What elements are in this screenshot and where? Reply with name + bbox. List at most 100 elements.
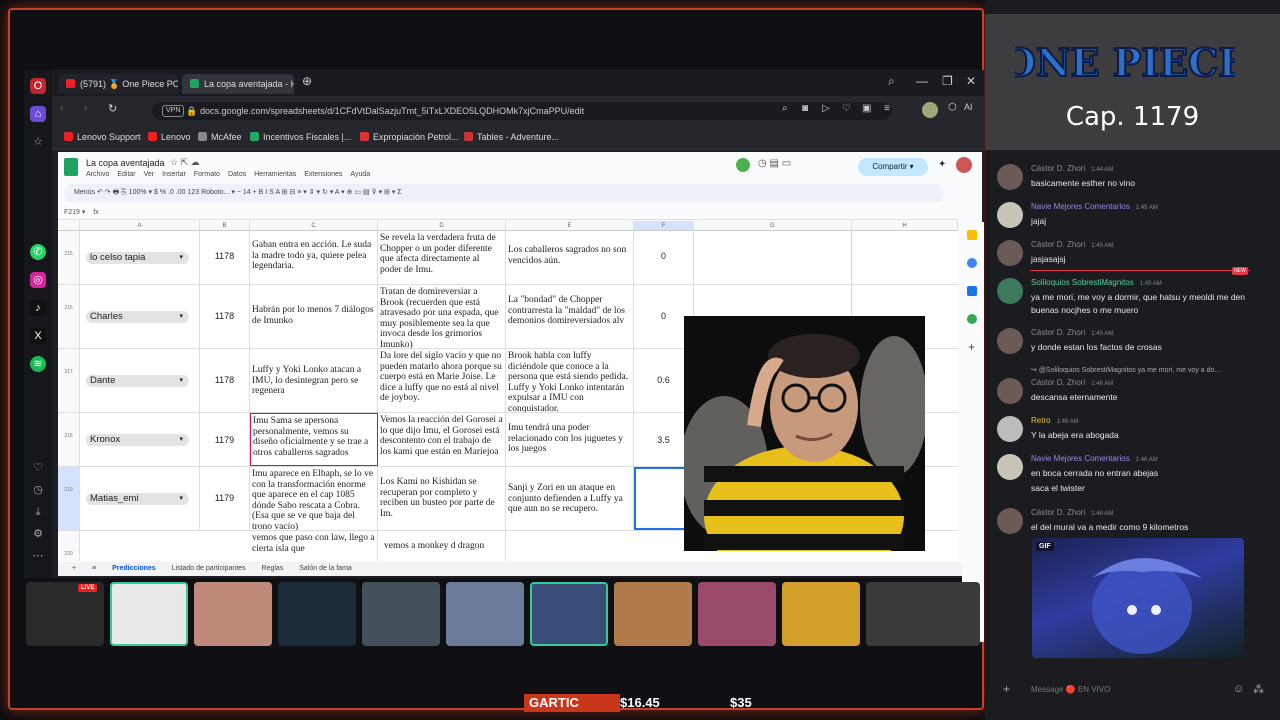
formula-bar[interactable]: F219 ▾ fx (58, 206, 958, 220)
cell-prediction-3[interactable]: Imu tendrá una poder relacionado con los… (506, 413, 634, 466)
participant-thumb[interactable] (362, 582, 440, 646)
participant-thumb[interactable] (866, 582, 980, 646)
cell-prediction-1[interactable]: Luffy y Yoki Lonko atacan a IMU, lo desi… (250, 349, 378, 412)
column-header[interactable]: C (250, 221, 378, 231)
row-number[interactable]: 218 (58, 413, 80, 466)
cell-participant[interactable]: Charles ▾ (80, 285, 200, 348)
cell-prediction-2[interactable]: Da lore del siglo vacío y que no pueden … (378, 349, 506, 412)
whatsapp-icon[interactable]: ✆ (30, 244, 46, 260)
cell-participant[interactable]: Dante ▾ (80, 349, 200, 412)
chat-username[interactable]: Retro 1:46 AM (1031, 416, 1079, 425)
add-icon[interactable]: + (1003, 682, 1010, 696)
participant-thumb[interactable] (614, 582, 692, 646)
menu-datos[interactable]: Datos (228, 171, 246, 178)
spotify-icon[interactable]: ≋ (30, 356, 46, 372)
cell-prediction-2[interactable]: Se revela la verdadera fruta de Chopper … (378, 231, 506, 284)
history-icon[interactable]: ◷ ▤ ▭ (758, 158, 791, 169)
more-icon[interactable]: ⋯ (30, 548, 46, 564)
avatar[interactable] (997, 164, 1023, 190)
avatar[interactable] (997, 328, 1023, 354)
avatar[interactable] (997, 454, 1023, 480)
message-input[interactable]: Message 🔴 EN VIVO (1031, 685, 1110, 694)
cell-chapter[interactable]: 1179 (200, 467, 250, 530)
download-icon[interactable]: ⤓ (30, 504, 46, 520)
search-icon[interactable]: ⌕ (782, 103, 788, 114)
menu-archivo[interactable]: Archivo (86, 171, 109, 178)
reply-preview[interactable]: ↪ @Soliloquios SobrestiMagnitos ya me mo… (1031, 366, 1220, 374)
heart-icon[interactable]: ♡ (842, 103, 851, 114)
row-number[interactable]: 219 (58, 467, 80, 530)
gemini-icon[interactable]: ✦ (938, 159, 946, 170)
contacts-icon[interactable] (967, 286, 977, 296)
avatar[interactable] (997, 378, 1023, 404)
chat-username[interactable]: Navie Mejores Comentarios 1:46 AM (1031, 454, 1158, 463)
corner-cell[interactable] (58, 221, 80, 231)
menu-formato[interactable]: Formato (194, 171, 220, 178)
bookmark-incentivos[interactable]: Incentivos Fiscales |... (250, 132, 351, 142)
column-header[interactable]: D (378, 221, 506, 231)
cell-participant[interactable]: Matias_emi ▾ (80, 467, 200, 530)
apps-icon[interactable]: ⁂ (1253, 683, 1264, 696)
bookmark-lenovo-support[interactable]: Lenovo Support (64, 132, 141, 142)
row-number[interactable]: 215 (58, 231, 80, 284)
column-header[interactable]: B (200, 221, 250, 231)
reload-icon[interactable]: ↻ (108, 102, 117, 115)
column-header[interactable]: G (694, 221, 852, 231)
menu-editar[interactable]: Editar (117, 171, 135, 178)
add-addon-icon[interactable]: + (968, 340, 975, 354)
cell-score[interactable]: 0 (634, 231, 694, 284)
chat-username[interactable]: Cástor D. Zhori 1:45 AM (1031, 240, 1113, 249)
cell-prediction-3[interactable]: Sanji y Zori en un ataque en conjunto de… (506, 467, 634, 530)
all-sheets-button[interactable]: ≡ (92, 565, 96, 572)
cell-prediction-3[interactable]: Los caballeros sagrados no son vencidos … (506, 231, 634, 284)
opera-logo-icon[interactable]: O (30, 78, 46, 94)
chat-username[interactable]: Navie Mejores Comentarios 1:45 AM (1031, 202, 1158, 211)
close-button[interactable]: ✕ (966, 74, 976, 88)
cell-participant[interactable]: Kronox ▾ (80, 413, 200, 466)
search-tabs-icon[interactable]: ⌕ (888, 74, 895, 89)
row-number[interactable]: 216 (58, 285, 80, 348)
emoji-icon[interactable]: ☺ (1233, 683, 1244, 695)
tiktok-icon[interactable]: ♪ (30, 300, 46, 316)
cell-prediction-3[interactable]: Brook habla con luffy diciéndole que con… (506, 349, 634, 412)
bookmark-tables[interactable]: Tables - Adventure... (464, 132, 559, 142)
new-tab-button[interactable]: ⊕ (302, 74, 312, 88)
home-icon[interactable]: ⌂ (30, 106, 46, 122)
bookmark-lenovo[interactable]: Lenovo (148, 132, 191, 142)
tab-sheets[interactable]: La copa aventajada - Hoja (182, 74, 294, 94)
column-header[interactable]: E (506, 221, 634, 231)
chat-username[interactable]: Soliloquios SobrestiMagnitos 1:45 AM (1031, 278, 1162, 287)
instagram-icon[interactable]: ◎ (30, 272, 46, 288)
name-box[interactable]: F219 (64, 209, 80, 216)
minimize-button[interactable]: — (916, 74, 928, 88)
menu-icon[interactable]: ≡ (884, 103, 890, 114)
extensions-icon[interactable]: ⬡ (948, 102, 957, 113)
address-bar[interactable]: VPN 🔒 docs.google.com/spreadsheets/d/1CF… (152, 102, 892, 120)
back-icon[interactable]: ‹ (60, 103, 63, 114)
sheet-tab-predicciones[interactable]: Predicciones (112, 565, 156, 572)
cell-prediction-1[interactable]: Gaban entra en acción. Le suda la madre … (250, 231, 378, 284)
add-sheet-button[interactable]: + (72, 565, 76, 572)
tasks-icon[interactable] (967, 258, 977, 268)
column-header[interactable]: A (80, 221, 200, 231)
settings-icon[interactable]: ⚙ (30, 526, 46, 542)
sheet-tab-salon[interactable]: Salón de la fama (299, 565, 352, 572)
ai-icon[interactable]: AI (964, 102, 973, 112)
cell-participant[interactable]: lo celso tapia ▾ (80, 231, 200, 284)
wallet-icon[interactable]: ▣ (862, 103, 871, 114)
history-icon[interactable]: ◷ (30, 482, 46, 498)
cell-chapter[interactable]: 1178 (200, 285, 250, 348)
account-avatar[interactable] (956, 157, 972, 173)
star-icon[interactable]: ☆ (30, 134, 46, 150)
keep-icon[interactable] (967, 230, 977, 240)
sheet-tab-participantes[interactable]: Listado de participantes (172, 565, 246, 572)
cell-prediction-2[interactable]: Tratan de domireversiar a Brook (recuerd… (378, 285, 506, 348)
bookmark-expropiacion[interactable]: Expropiación Petrol... (360, 132, 459, 142)
avatar[interactable] (997, 202, 1023, 228)
menu-ver[interactable]: Ver (144, 171, 155, 178)
maps-icon[interactable] (967, 314, 977, 324)
row-number[interactable]: 220 (58, 531, 80, 561)
star-icon[interactable]: ☆ ⇱ ☁ (170, 157, 200, 168)
menu-ayuda[interactable]: Ayuda (350, 171, 370, 178)
menu-extensiones[interactable]: Extensiones (304, 171, 342, 178)
